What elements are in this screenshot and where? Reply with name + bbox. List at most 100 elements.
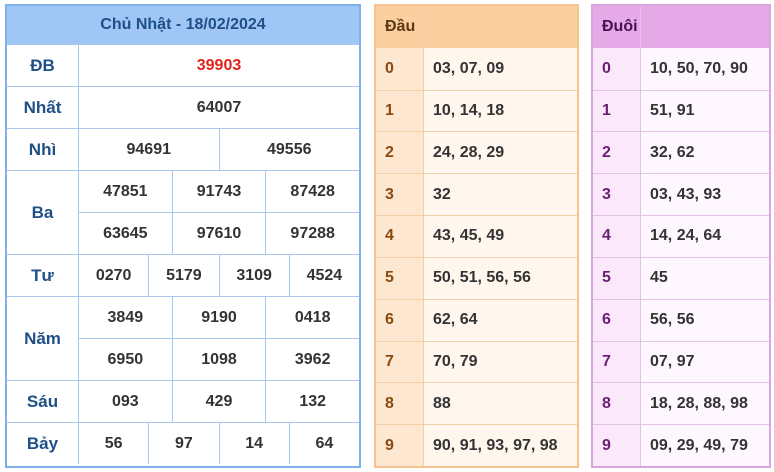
tail-values: 51, 91 <box>641 90 769 132</box>
results-title: Chủ Nhật - 18/02/2024 <box>7 6 359 44</box>
tail-row: 0 10, 50, 70, 90 <box>593 47 769 90</box>
tail-digit: 8 <box>593 383 641 425</box>
prize-number: 97 <box>148 423 218 464</box>
tail-values: 18, 28, 88, 98 <box>641 383 769 425</box>
tail-digit: 9 <box>593 425 641 466</box>
head-header-label: Đầu <box>376 6 424 48</box>
prize-number: 4524 <box>288 255 359 296</box>
tail-row: 4 14, 24, 64 <box>593 215 769 257</box>
head-digit: 0 <box>376 47 424 90</box>
prize-values: 3849 9190 0418 6950 1098 3962 <box>79 297 359 380</box>
head-digit: 1 <box>376 90 424 132</box>
prize-number: 093 <box>111 392 139 410</box>
prize-values: 39903 <box>79 45 359 86</box>
tail-digit: 1 <box>593 90 641 132</box>
prize-row: Sáu 093 429 132 <box>7 380 359 422</box>
prize-number: 0270 <box>95 266 132 284</box>
tail-header-label: Đuôi <box>593 6 641 48</box>
head-table: Đầu 0 03, 07, 09 1 10, 14, 18 2 24, 28, 29 3 32… <box>374 4 579 468</box>
tail-digit: 3 <box>593 174 641 216</box>
head-values: 32 <box>424 174 577 216</box>
prize-label: ĐB <box>7 45 79 86</box>
head-row: 0 03, 07, 09 <box>376 47 577 90</box>
prize-values: 093 429 132 <box>79 381 359 422</box>
tail-values: 14, 24, 64 <box>641 216 769 257</box>
head-digit: 8 <box>376 383 424 425</box>
head-header-spacer <box>424 6 577 48</box>
head-values: 10, 14, 18 <box>424 90 577 132</box>
prize-line: 64007 <box>79 87 359 128</box>
prize-number: 0418 <box>265 297 359 338</box>
prize-row: Nhì 94691 49556 <box>7 128 359 170</box>
prize-number: 97288 <box>265 213 359 254</box>
head-digit: 3 <box>376 174 424 216</box>
tail-row: 9 09, 29, 49, 79 <box>593 424 769 466</box>
prize-number: 3109 <box>218 255 289 296</box>
prize-values: 0270 5179 3109 4524 <box>79 255 359 296</box>
prize-row: Tư 0270 5179 3109 4524 <box>7 254 359 296</box>
prize-values: 94691 49556 <box>79 129 359 170</box>
head-digit: 9 <box>376 425 424 466</box>
prize-number: 91743 <box>171 171 266 212</box>
head-values: 62, 64 <box>424 299 577 341</box>
prize-values: 47851 91743 87428 63645 97610 97288 <box>79 171 359 254</box>
prize-row: Năm 3849 9190 0418 6950 1098 3962 <box>7 296 359 380</box>
tail-row: 7 07, 97 <box>593 340 769 383</box>
prize-label: Ba <box>7 171 79 254</box>
prize-label: Năm <box>7 297 79 380</box>
head-row: 9 90, 91, 93, 97, 98 <box>376 424 577 466</box>
tail-values: 10, 50, 70, 90 <box>641 47 769 90</box>
head-row: 3 32 <box>376 173 577 216</box>
tail-row: 6 56, 56 <box>593 298 769 341</box>
prize-number: 3849 <box>107 308 144 326</box>
prize-label: Tư <box>7 255 79 296</box>
prize-number: 132 <box>265 381 359 422</box>
tail-digit: 6 <box>593 299 641 341</box>
tail-values: 07, 97 <box>641 341 769 383</box>
prize-number: 94691 <box>126 140 172 158</box>
prize-label: Nhất <box>7 87 79 128</box>
tail-table-header: Đuôi <box>593 6 769 48</box>
tail-digit: 2 <box>593 132 641 174</box>
prize-number: 1098 <box>171 339 266 380</box>
head-digit: 4 <box>376 216 424 257</box>
tail-digit: 4 <box>593 216 641 257</box>
tail-values: 03, 43, 93 <box>641 174 769 216</box>
prize-number: 63645 <box>103 224 148 242</box>
prize-line: 63645 97610 97288 <box>79 212 359 254</box>
tail-digit: 7 <box>593 341 641 383</box>
prize-number: 5179 <box>148 255 218 296</box>
prize-row: Ba 47851 91743 87428 63645 97610 97288 <box>7 170 359 254</box>
head-values: 50, 51, 56, 56 <box>424 257 577 299</box>
prize-number: 49556 <box>218 129 360 170</box>
prize-line: 0270 5179 3109 4524 <box>79 255 359 296</box>
prize-number: 3962 <box>265 339 359 380</box>
head-table-header: Đầu <box>376 6 577 48</box>
prize-line: 3849 9190 0418 <box>79 297 359 338</box>
prize-label: Sáu <box>7 381 79 422</box>
tail-row: 2 32, 62 <box>593 131 769 174</box>
prize-number: 87428 <box>265 171 359 212</box>
tail-values: 09, 29, 49, 79 <box>641 425 769 466</box>
head-digit: 7 <box>376 341 424 383</box>
prize-line: 39903 <box>79 45 359 86</box>
prize-label: Bảy <box>7 423 79 464</box>
prize-line: 6950 1098 3962 <box>79 338 359 380</box>
tail-row: 1 51, 91 <box>593 89 769 132</box>
tail-values: 56, 56 <box>641 299 769 341</box>
head-row: 5 50, 51, 56, 56 <box>376 256 577 299</box>
prize-line: 94691 49556 <box>79 129 359 170</box>
tail-values: 32, 62 <box>641 132 769 174</box>
prize-number: 64 <box>288 423 359 464</box>
prize-row: Bảy 56 97 14 64 <box>7 422 359 464</box>
prize-number: 6950 <box>107 350 144 368</box>
tail-table: Đuôi 0 10, 50, 70, 90 1 51, 91 2 32, 62 3 03, 4… <box>591 4 771 468</box>
head-values: 70, 79 <box>424 341 577 383</box>
tail-row: 3 03, 43, 93 <box>593 173 769 216</box>
prize-number: 56 <box>104 434 123 452</box>
prize-line: 47851 91743 87428 <box>79 171 359 212</box>
tail-digit: 5 <box>593 257 641 299</box>
head-values: 03, 07, 09 <box>424 47 577 90</box>
prize-label: Nhì <box>7 129 79 170</box>
tail-row: 8 18, 28, 88, 98 <box>593 382 769 425</box>
